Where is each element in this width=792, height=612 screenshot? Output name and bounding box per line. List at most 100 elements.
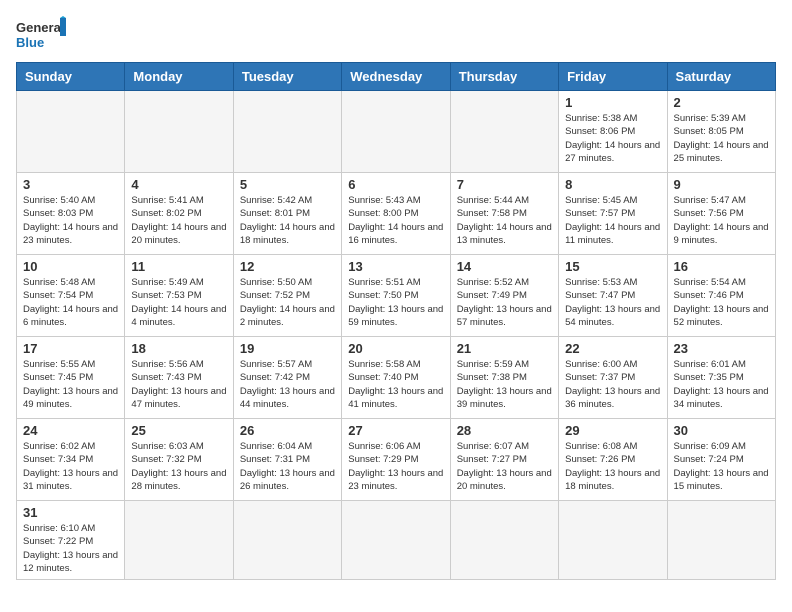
calendar-cell: 25 Sunrise: 6:03 AM Sunset: 7:32 PM Dayli… (125, 419, 233, 501)
svg-text:Blue: Blue (16, 35, 44, 50)
calendar-cell (17, 91, 125, 173)
calendar-cell: 27Sunrise: 6:06 AM Sunset: 7:29 PM Dayli… (342, 419, 450, 501)
day-number: 14 (457, 259, 552, 274)
day-info: Sunrise: 6:09 AM Sunset: 7:24 PM Dayligh… (674, 440, 769, 493)
day-number: 29 (565, 423, 660, 438)
weekday-header: Tuesday (233, 63, 341, 91)
day-info: Sunrise: 5:48 AM Sunset: 7:54 PM Dayligh… (23, 276, 118, 329)
day-info: Sunrise: 5:56 AM Sunset: 7:43 PM Dayligh… (131, 358, 226, 411)
day-info: Sunrise: 5:43 AM Sunset: 8:00 PM Dayligh… (348, 194, 443, 247)
day-number: 2 (674, 95, 769, 110)
calendar-cell: 11 Sunrise: 5:49 AM Sunset: 7:53 PM Dayli… (125, 255, 233, 337)
page-header: General Blue (16, 16, 776, 54)
day-info: Sunrise: 6:01 AM Sunset: 7:35 PM Dayligh… (674, 358, 769, 411)
day-info: Sunrise: 6:08 AM Sunset: 7:26 PM Dayligh… (565, 440, 660, 493)
day-info: Sunrise: 6:00 AM Sunset: 7:37 PM Dayligh… (565, 358, 660, 411)
calendar-cell (450, 501, 558, 580)
svg-text:General: General (16, 20, 64, 35)
day-number: 6 (348, 177, 443, 192)
day-info: Sunrise: 5:41 AM Sunset: 8:02 PM Dayligh… (131, 194, 226, 247)
day-info: Sunrise: 5:42 AM Sunset: 8:01 PM Dayligh… (240, 194, 335, 247)
day-info: Sunrise: 5:49 AM Sunset: 7:53 PM Dayligh… (131, 276, 226, 329)
calendar-cell: 10 Sunrise: 5:48 AM Sunset: 7:54 PM Dayli… (17, 255, 125, 337)
day-number: 12 (240, 259, 335, 274)
logo: General Blue (16, 16, 66, 54)
calendar-cell: 24Sunrise: 6:02 AM Sunset: 7:34 PM Dayli… (17, 419, 125, 501)
day-info: Sunrise: 6:07 AM Sunset: 7:27 PM Dayligh… (457, 440, 552, 493)
calendar-cell: 9Sunrise: 5:47 AM Sunset: 7:56 PM Daylig… (667, 173, 775, 255)
calendar-cell: 7 Sunrise: 5:44 AM Sunset: 7:58 PM Daylig… (450, 173, 558, 255)
calendar-cell: 22 Sunrise: 6:00 AM Sunset: 7:37 PM Dayli… (559, 337, 667, 419)
calendar-cell (667, 501, 775, 580)
day-info: Sunrise: 5:45 AM Sunset: 7:57 PM Dayligh… (565, 194, 660, 247)
day-number: 3 (23, 177, 118, 192)
weekday-header: Friday (559, 63, 667, 91)
day-info: Sunrise: 5:38 AM Sunset: 8:06 PM Dayligh… (565, 112, 660, 165)
calendar-cell: 23Sunrise: 6:01 AM Sunset: 7:35 PM Dayli… (667, 337, 775, 419)
calendar-cell: 18Sunrise: 5:56 AM Sunset: 7:43 PM Dayli… (125, 337, 233, 419)
calendar-cell (559, 501, 667, 580)
day-info: Sunrise: 5:54 AM Sunset: 7:46 PM Dayligh… (674, 276, 769, 329)
day-number: 20 (348, 341, 443, 356)
day-number: 17 (23, 341, 118, 356)
day-number: 9 (674, 177, 769, 192)
calendar-header: SundayMondayTuesdayWednesdayThursdayFrid… (17, 63, 776, 91)
calendar-cell: 16 Sunrise: 5:54 AM Sunset: 7:46 PM Dayli… (667, 255, 775, 337)
day-number: 21 (457, 341, 552, 356)
calendar-cell: 12 Sunrise: 5:50 AM Sunset: 7:52 PM Dayli… (233, 255, 341, 337)
calendar-cell: 31 Sunrise: 6:10 AM Sunset: 7:22 PM Dayli… (17, 501, 125, 580)
day-info: Sunrise: 5:44 AM Sunset: 7:58 PM Dayligh… (457, 194, 552, 247)
calendar-cell: 21 Sunrise: 5:59 AM Sunset: 7:38 PM Dayli… (450, 337, 558, 419)
calendar-cell: 26Sunrise: 6:04 AM Sunset: 7:31 PM Dayli… (233, 419, 341, 501)
day-number: 5 (240, 177, 335, 192)
weekday-header: Thursday (450, 63, 558, 91)
weekday-header: Wednesday (342, 63, 450, 91)
day-number: 28 (457, 423, 552, 438)
calendar-cell: 4 Sunrise: 5:41 AM Sunset: 8:02 PM Daylig… (125, 173, 233, 255)
calendar-cell: 8 Sunrise: 5:45 AM Sunset: 7:57 PM Daylig… (559, 173, 667, 255)
calendar-cell: 1 Sunrise: 5:38 AM Sunset: 8:06 PM Daylig… (559, 91, 667, 173)
logo-svg: General Blue (16, 16, 66, 54)
weekday-header: Sunday (17, 63, 125, 91)
day-info: Sunrise: 6:03 AM Sunset: 7:32 PM Dayligh… (131, 440, 226, 493)
day-info: Sunrise: 5:59 AM Sunset: 7:38 PM Dayligh… (457, 358, 552, 411)
calendar-cell: 28 Sunrise: 6:07 AM Sunset: 7:27 PM Dayli… (450, 419, 558, 501)
day-number: 25 (131, 423, 226, 438)
day-number: 4 (131, 177, 226, 192)
day-info: Sunrise: 5:58 AM Sunset: 7:40 PM Dayligh… (348, 358, 443, 411)
calendar-cell: 14 Sunrise: 5:52 AM Sunset: 7:49 PM Dayli… (450, 255, 558, 337)
day-number: 8 (565, 177, 660, 192)
calendar-cell (342, 501, 450, 580)
day-info: Sunrise: 6:10 AM Sunset: 7:22 PM Dayligh… (23, 522, 118, 575)
calendar-cell: 3Sunrise: 5:40 AM Sunset: 8:03 PM Daylig… (17, 173, 125, 255)
day-number: 26 (240, 423, 335, 438)
weekday-header: Monday (125, 63, 233, 91)
day-number: 7 (457, 177, 552, 192)
calendar-cell: 5 Sunrise: 5:42 AM Sunset: 8:01 PM Daylig… (233, 173, 341, 255)
day-info: Sunrise: 5:52 AM Sunset: 7:49 PM Dayligh… (457, 276, 552, 329)
day-info: Sunrise: 5:50 AM Sunset: 7:52 PM Dayligh… (240, 276, 335, 329)
calendar-cell: 17 Sunrise: 5:55 AM Sunset: 7:45 PM Dayli… (17, 337, 125, 419)
day-info: Sunrise: 5:53 AM Sunset: 7:47 PM Dayligh… (565, 276, 660, 329)
day-number: 13 (348, 259, 443, 274)
day-number: 31 (23, 505, 118, 520)
day-number: 1 (565, 95, 660, 110)
day-info: Sunrise: 5:55 AM Sunset: 7:45 PM Dayligh… (23, 358, 118, 411)
calendar-cell: 15Sunrise: 5:53 AM Sunset: 7:47 PM Dayli… (559, 255, 667, 337)
calendar-cell (125, 501, 233, 580)
calendar-cell: 30Sunrise: 6:09 AM Sunset: 7:24 PM Dayli… (667, 419, 775, 501)
day-info: Sunrise: 5:57 AM Sunset: 7:42 PM Dayligh… (240, 358, 335, 411)
day-number: 10 (23, 259, 118, 274)
calendar-cell: 2Sunrise: 5:39 AM Sunset: 8:05 PM Daylig… (667, 91, 775, 173)
day-number: 16 (674, 259, 769, 274)
calendar-cell (450, 91, 558, 173)
weekday-header: Saturday (667, 63, 775, 91)
calendar-cell: 29 Sunrise: 6:08 AM Sunset: 7:26 PM Dayli… (559, 419, 667, 501)
day-number: 11 (131, 259, 226, 274)
day-info: Sunrise: 6:06 AM Sunset: 7:29 PM Dayligh… (348, 440, 443, 493)
calendar-cell (233, 91, 341, 173)
calendar-table: SundayMondayTuesdayWednesdayThursdayFrid… (16, 62, 776, 580)
day-number: 19 (240, 341, 335, 356)
day-number: 24 (23, 423, 118, 438)
day-number: 22 (565, 341, 660, 356)
